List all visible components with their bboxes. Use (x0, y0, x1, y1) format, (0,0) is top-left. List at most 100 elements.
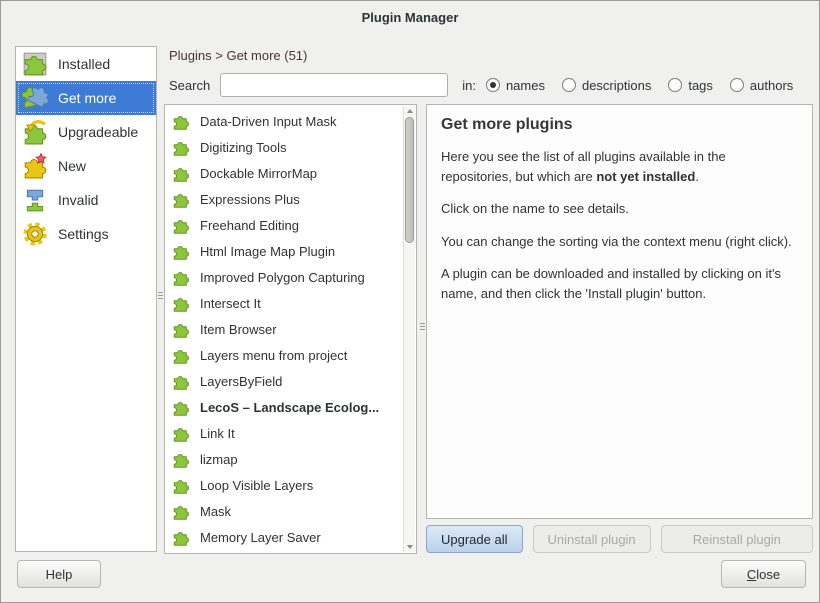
upgradeable-plugin-icon (21, 118, 49, 146)
radio-circle-icon (668, 78, 682, 92)
sidebar-item-get-more[interactable]: Get more (16, 81, 156, 115)
plugin-puzzle-icon (172, 528, 190, 546)
plugin-list-item[interactable]: Expressions Plus (165, 186, 403, 212)
get-more-plugin-icon (21, 84, 49, 112)
sidebar-item-installed[interactable]: Installed (16, 47, 156, 81)
help-button[interactable]: Help (17, 560, 101, 588)
plugin-name: LecoS – Landscape Ecolog... (200, 400, 379, 415)
plugin-name: Html Image Map Plugin (200, 244, 335, 259)
details-panel: Get more plugins Here you see the list o… (426, 104, 813, 519)
plugin-list-item[interactable]: Intersect It (165, 290, 403, 316)
plugin-puzzle-icon (172, 502, 190, 520)
plugin-name: LayersByField (200, 374, 282, 389)
sidebar-item-label: Get more (58, 90, 116, 106)
plugin-name: Improved Polygon Capturing (200, 270, 365, 285)
plugin-list-item[interactable]: LayersByField (165, 368, 403, 394)
sidebar: Installed Get more (15, 46, 157, 552)
plugin-list-item[interactable]: Freehand Editing (165, 212, 403, 238)
plugin-name: Freehand Editing (200, 218, 299, 233)
plugin-puzzle-icon (172, 476, 190, 494)
plugin-manager-dialog: Plugin Manager Installed (0, 0, 820, 603)
sidebar-item-new[interactable]: New (16, 149, 156, 183)
details-paragraph: A plugin can be downloaded and installed… (441, 264, 798, 303)
plugin-name: Loop Visible Layers (200, 478, 313, 493)
plugin-list-item[interactable]: Memory Layer Saver (165, 524, 403, 550)
radio-authors[interactable]: authors (730, 78, 793, 93)
titlebar[interactable]: Plugin Manager (1, 1, 819, 33)
plugin-list-item[interactable]: Improved Polygon Capturing (165, 264, 403, 290)
window-title: Plugin Manager (362, 10, 459, 25)
reinstall-plugin-button[interactable]: Reinstall plugin (661, 525, 813, 553)
plugin-list-item[interactable]: Layers menu from project (165, 342, 403, 368)
plugin-list-item[interactable]: Mask (165, 498, 403, 524)
sidebar-item-label: Installed (58, 56, 110, 72)
plugin-name: Mask (200, 504, 231, 519)
plugin-puzzle-icon (172, 320, 190, 338)
sidebar-item-label: Invalid (58, 192, 98, 208)
plugin-puzzle-icon (172, 424, 190, 442)
details-paragraph: Here you see the list of all plugins ava… (441, 147, 798, 186)
plugin-list-item[interactable]: Loop Visible Layers (165, 472, 403, 498)
sidebar-item-invalid[interactable]: Invalid (16, 183, 156, 217)
search-in-label: in: (462, 78, 476, 93)
plugin-list-item[interactable] (165, 550, 403, 553)
list-scrollbar[interactable] (403, 106, 415, 552)
plugin-name: Memory Layer Saver (200, 530, 321, 545)
plugin-puzzle-icon (172, 138, 190, 156)
plugin-name: Item Browser (200, 322, 277, 337)
plugin-puzzle-icon (172, 372, 190, 390)
radio-names[interactable]: names (486, 78, 545, 93)
sidebar-splitter-handle[interactable] (158, 292, 163, 299)
invalid-plugin-icon (21, 186, 49, 214)
radio-tags[interactable]: tags (668, 78, 713, 93)
new-plugin-icon (21, 152, 49, 180)
breadcrumb: Plugins > Get more (51) (169, 48, 307, 63)
sidebar-item-label: Settings (58, 226, 109, 242)
sidebar-item-settings[interactable]: Settings (16, 217, 156, 251)
plugin-puzzle-icon (172, 164, 190, 182)
plugin-puzzle-icon (172, 216, 190, 234)
plugin-list-item[interactable]: lizmap (165, 446, 403, 472)
plugin-list-item[interactable]: Digitizing Tools (165, 134, 403, 160)
search-input[interactable] (220, 73, 448, 97)
sidebar-item-label: Upgradeable (58, 124, 138, 140)
plugin-list: Data-Driven Input Mask Digitizing Tools … (165, 108, 403, 553)
plugin-name: Digitizing Tools (200, 140, 286, 155)
close-button[interactable]: Close (721, 560, 806, 588)
plugin-list-item[interactable]: LecoS – Landscape Ecolog... (165, 394, 403, 420)
plugin-list-item[interactable]: Html Image Map Plugin (165, 238, 403, 264)
details-paragraph: You can change the sorting via the conte… (441, 232, 798, 252)
action-button-row: Upgrade all Uninstall plugin Reinstall p… (426, 525, 813, 553)
radio-circle-icon (730, 78, 744, 92)
uninstall-plugin-button[interactable]: Uninstall plugin (533, 525, 651, 553)
plugin-name: Dockable MirrorMap (200, 166, 317, 181)
sidebar-item-upgradeable[interactable]: Upgradeable (16, 115, 156, 149)
plugin-list-item[interactable]: Item Browser (165, 316, 403, 342)
list-details-splitter-handle[interactable] (420, 323, 425, 330)
plugin-name: Link It (200, 426, 235, 441)
plugin-name: Intersect It (200, 296, 261, 311)
radio-descriptions[interactable]: descriptions (562, 78, 651, 93)
plugin-name: Expressions Plus (200, 192, 300, 207)
radio-circle-icon (562, 78, 576, 92)
details-paragraph: Click on the name to see details. (441, 199, 798, 219)
plugin-puzzle-icon (172, 242, 190, 260)
details-heading: Get more plugins (441, 116, 798, 134)
scrollbar-thumb[interactable] (405, 117, 414, 243)
scroll-up-icon[interactable] (407, 109, 413, 113)
plugin-list-item[interactable]: Dockable MirrorMap (165, 160, 403, 186)
plugin-puzzle-icon (172, 190, 190, 208)
upgrade-all-button[interactable]: Upgrade all (426, 525, 523, 553)
radio-circle-icon (486, 78, 500, 92)
details-body: Here you see the list of all plugins ava… (441, 147, 798, 303)
plugin-list-panel: Data-Driven Input Mask Digitizing Tools … (164, 104, 417, 554)
settings-gear-icon (21, 220, 49, 248)
plugin-puzzle-icon (172, 398, 190, 416)
plugin-list-item[interactable]: Data-Driven Input Mask (165, 108, 403, 134)
sidebar-item-label: New (58, 158, 86, 174)
plugin-name: lizmap (200, 452, 238, 467)
plugin-list-item[interactable]: Link It (165, 420, 403, 446)
plugin-puzzle-icon (172, 268, 190, 286)
plugin-puzzle-icon (172, 112, 190, 130)
scroll-down-icon[interactable] (407, 545, 413, 549)
